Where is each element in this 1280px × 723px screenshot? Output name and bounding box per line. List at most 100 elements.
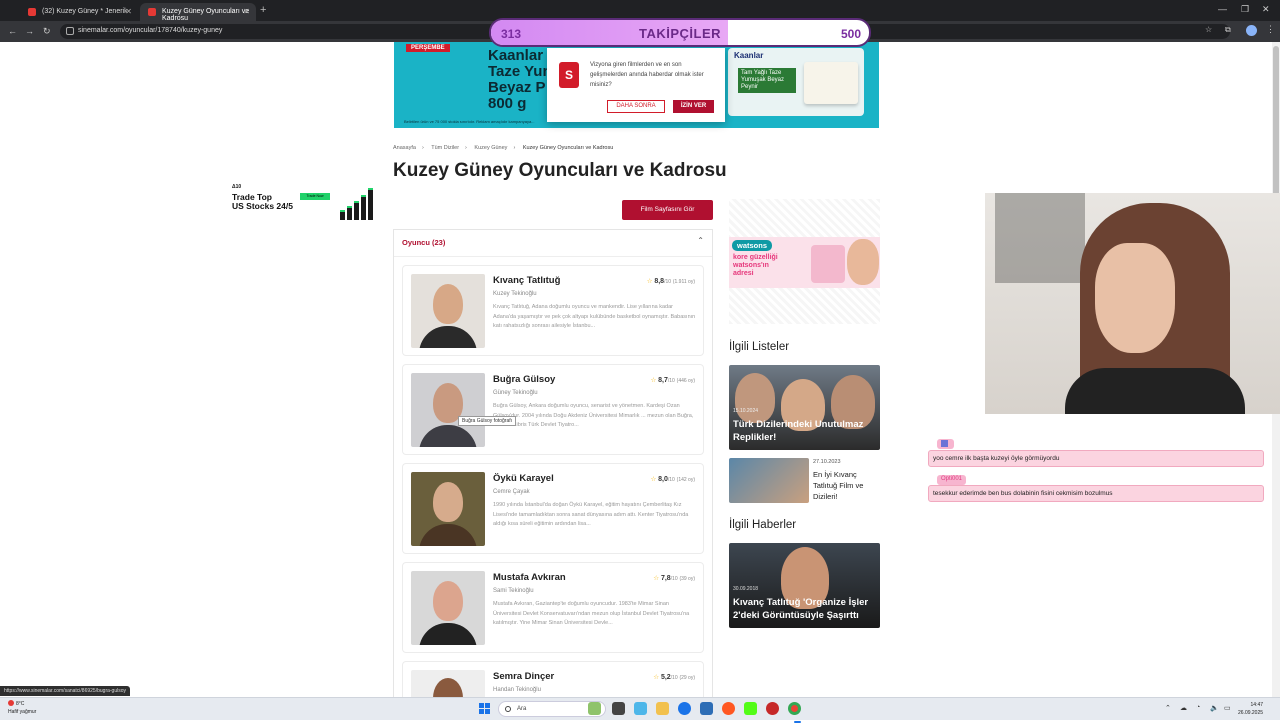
later-button[interactable]: DAHA SONRA: [607, 100, 665, 113]
rating-votes: (446 oy): [676, 378, 695, 384]
related-list-featured[interactable]: 15.10.2024 Türk Dizilerindeki Unutulmaz …: [729, 365, 880, 450]
background-shelf: [995, 193, 1085, 283]
tray-chevron-icon[interactable]: ⌃: [1165, 704, 1171, 712]
rating-score: 8,8: [654, 278, 665, 285]
actor-name[interactable]: Buğra Gülsoy: [493, 374, 555, 385]
cheese-package-icon: [804, 62, 858, 104]
new-tab-icon[interactable]: +: [260, 4, 266, 16]
bookmark-star-icon[interactable]: ☆: [1205, 25, 1212, 34]
sinemalar-logo: S: [559, 62, 579, 88]
actor-name[interactable]: Semra Dinçer: [493, 671, 554, 682]
extensions-icon[interactable]: ⧉: [1225, 25, 1231, 35]
browser-tab-active[interactable]: Kuzey Güney Oyuncuları ve Kadrosu ✕: [140, 3, 256, 22]
face-shape: [433, 284, 463, 324]
weather-widget[interactable]: 8°C Hafif yağmur: [8, 700, 36, 716]
chevron-up-icon[interactable]: ⌃: [697, 236, 704, 245]
task-view-icon[interactable]: [612, 702, 625, 715]
ad-day-tag: PERŞEMBE: [406, 44, 450, 52]
actor-photo[interactable]: [411, 274, 485, 348]
rating: ☆ 8,8/10 (1.911 oy): [647, 277, 695, 285]
search-label: Ara: [517, 706, 527, 712]
close-tab-icon[interactable]: ✕: [243, 7, 250, 16]
body-shape: [419, 623, 477, 645]
windows-start-icon[interactable]: [479, 703, 491, 715]
breadcrumb-home[interactable]: Anasayfa: [393, 145, 416, 151]
url-text: sinemalar.com/oyuncular/178740/kuzey-gun…: [78, 27, 223, 34]
cast-card[interactable]: Kıvanç Tatlıtuğ Kuzey Tekinoğlu Kıvanç T…: [402, 265, 704, 356]
volume-icon[interactable]: 🔈: [1210, 704, 1219, 712]
actor-photo[interactable]: [411, 373, 485, 447]
breadcrumb-all-series[interactable]: Tüm Diziler: [431, 145, 459, 151]
streamer-body: [1065, 368, 1245, 414]
breadcrumb-series[interactable]: Kuzey Güney: [474, 145, 507, 151]
back-icon[interactable]: ←: [8, 26, 17, 36]
close-window-icon[interactable]: ✕: [1262, 4, 1270, 15]
actor-photo[interactable]: [411, 571, 485, 645]
follower-goal: 500: [840, 27, 861, 41]
cast-header[interactable]: Oyuncu (23): [402, 238, 445, 247]
store-icon[interactable]: [700, 702, 713, 715]
battery-icon[interactable]: ▭: [1224, 704, 1231, 712]
scroll-thumb[interactable]: [1273, 46, 1279, 196]
film-page-button[interactable]: Film Sayfasını Gör: [622, 200, 713, 220]
rating-scale: /10: [667, 477, 675, 483]
allow-button[interactable]: İZİN VER: [673, 100, 714, 113]
chevron-right-icon: ›: [421, 145, 424, 151]
status-bar-url: https://www.sinemalar.com/sanatci/86925/…: [0, 686, 131, 696]
actor-name[interactable]: Mustafa Avkıran: [493, 572, 566, 583]
close-tab-icon[interactable]: ✕: [125, 7, 132, 16]
rating-votes: (1.911 oy): [672, 279, 695, 285]
rating: ☆ 5,2/10 (29 oy): [653, 673, 695, 681]
list-title[interactable]: Türk Dizilerindeki Unutulmaz Replikler!: [733, 418, 880, 444]
side-ad[interactable]: Δ10 Trade Top US Stocks 24/5 Trade Now: [230, 182, 376, 222]
actor-name[interactable]: Kıvanç Tatlıtuğ: [493, 275, 560, 286]
watsons-ad[interactable]: watsons kore güzelliği watsons'ın adresi: [729, 237, 880, 288]
reload-icon[interactable]: ↻: [43, 26, 51, 37]
forward-icon[interactable]: →: [25, 26, 34, 36]
model-face-icon: [847, 239, 879, 285]
firefox-icon[interactable]: [722, 702, 735, 715]
related-list-thumbnail[interactable]: [729, 458, 809, 503]
follower-goal-overlay: 313 TAKİPÇİLER 500: [489, 18, 871, 47]
follower-label: TAKİPÇİLER: [638, 26, 722, 41]
browser-tab[interactable]: (32) Kuzey Güney * Jenerik ✕: [20, 3, 138, 21]
breadcrumb-current: Kuzey Güney Oyuncuları ve Kadrosu: [522, 145, 614, 151]
watsons-text: kore güzelliği watsons'ın adresi: [733, 254, 778, 277]
wifi-icon[interactable]: ◔: [1196, 704, 1200, 711]
actor-photo[interactable]: [411, 472, 485, 546]
rating-scale: /10: [670, 576, 678, 582]
related-news-featured[interactable]: 30.09.2018 Kıvanç Tatlıtuğ 'Organize İşl…: [729, 543, 880, 628]
chrome-icon[interactable]: [788, 702, 801, 723]
news-date: 30.09.2018: [733, 586, 759, 592]
list-date: 27.10.2023: [813, 459, 841, 465]
actor-photo[interactable]: [411, 670, 485, 700]
list-title[interactable]: En İyi Kıvanç Tatlıtuğ Film ve Dizileri!: [813, 469, 881, 502]
star-icon: ☆: [646, 278, 653, 285]
profile-avatar-icon[interactable]: [1246, 25, 1257, 36]
side-ad-text: Trade Top US Stocks 24/5: [232, 192, 293, 211]
cast-card[interactable]: Semra Dinçer Handan Tekinoğlu ☆ 5,2/10 (…: [402, 661, 704, 700]
search-icon: [505, 706, 511, 712]
body-shape: [419, 326, 477, 348]
cast-card[interactable]: Öykü Karayel Cemre Çayak 1990 yılında İs…: [402, 463, 704, 554]
actor-name[interactable]: Öykü Karayel: [493, 473, 554, 484]
minimize-icon[interactable]: —: [1218, 4, 1227, 14]
rating-scale: /10: [667, 378, 675, 384]
side-ad-button[interactable]: Trade Now: [300, 193, 330, 200]
star-icon: ☆: [650, 377, 657, 384]
file-explorer-icon[interactable]: [656, 702, 669, 715]
copilot-icon[interactable]: [634, 702, 647, 715]
cloud-icon[interactable]: ☁: [1180, 704, 1187, 712]
cast-card[interactable]: Buğra Gülsoy Güney Tekinoğlu Buğra Gülso…: [402, 364, 704, 455]
kick-icon[interactable]: [744, 702, 757, 715]
restore-icon[interactable]: ❐: [1241, 4, 1249, 15]
app-icon[interactable]: [766, 702, 779, 715]
cast-card[interactable]: Mustafa Avkıran Sami Tekinoğlu Mustafa A…: [402, 562, 704, 653]
news-title[interactable]: Kıvanç Tatlıtuğ 'Organize İşler 2'deki G…: [733, 596, 880, 622]
face-shape: [433, 482, 463, 522]
site-info-icon[interactable]: [66, 27, 74, 35]
edge-icon[interactable]: [678, 702, 691, 715]
browser-menu-icon[interactable]: ⋮: [1266, 24, 1275, 35]
breadcrumb: Anasayfa › Tüm Diziler › Kuzey Güney › Kuze…: [393, 145, 619, 151]
clock[interactable]: 14:47 26.09.2025: [1238, 701, 1263, 717]
